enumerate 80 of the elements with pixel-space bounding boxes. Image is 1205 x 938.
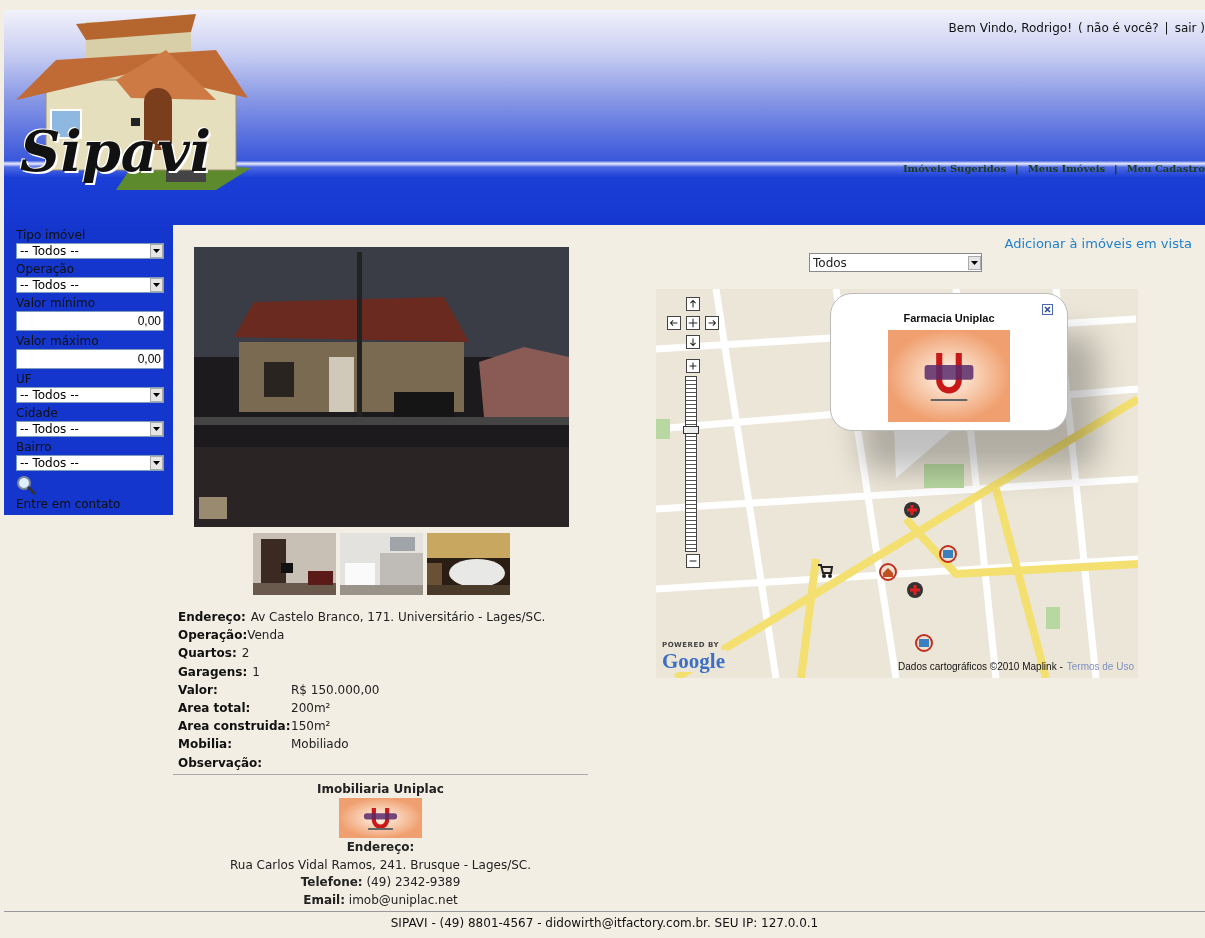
- filter-input[interactable]: 0,00: [16, 311, 164, 331]
- slider-thumb[interactable]: [683, 425, 699, 434]
- detail-label: Mobilia:: [178, 736, 233, 754]
- separator-text: |: [1015, 163, 1019, 174]
- detail-value: Av Castelo Branco, 171. Universitário - Lages/SC.: [250, 609, 546, 626]
- detail-value: R$ 150.000,00: [291, 681, 380, 699]
- caret-icon: [153, 427, 160, 431]
- filter-label: UF: [16, 372, 33, 387]
- detail-value: 150m²: [291, 718, 331, 736]
- google-logo[interactable]: Google: [660, 650, 727, 672]
- filter-input[interactable]: 0,00: [16, 349, 164, 369]
- arrow-up-icon[interactable]: [686, 297, 700, 311]
- account-link[interactable]: sair ): [1174, 21, 1205, 35]
- welcome-text: Bem Vindo, Rodrigo!: [948, 21, 1072, 35]
- caret-icon: [153, 461, 160, 465]
- detail-label: Quartos:: [178, 645, 237, 663]
- filter-dropdown[interactable]: -- Todos --: [16, 277, 164, 293]
- attribution-text: Dados cartográficos ©2010 Maplink -: [898, 661, 1063, 672]
- dropdown-button[interactable]: [150, 244, 163, 258]
- bus-marker-icon[interactable]: [915, 634, 933, 652]
- separator-text: |: [1114, 163, 1118, 174]
- filter-label: Valor mínimo: [16, 296, 97, 311]
- caret-icon: [153, 283, 160, 287]
- filter-label: Operação: [16, 262, 76, 277]
- logo-text: Sipavi: [20, 118, 211, 184]
- cart-marker-icon[interactable]: [816, 561, 834, 579]
- detail-value: Mobiliado: [291, 736, 349, 754]
- contact-label: Telefone:: [300, 875, 363, 890]
- detail-value: Venda: [247, 627, 285, 645]
- detail-label: Garagens:: [178, 663, 248, 681]
- caret-icon: [153, 249, 160, 253]
- bus-marker-icon[interactable]: [939, 545, 957, 563]
- arrow-left-icon[interactable]: [667, 316, 681, 330]
- address-label: Endereço:: [346, 839, 415, 857]
- agency-name: Imobiliaria Uniplac: [317, 780, 444, 798]
- agency-address: Rua Carlos Vidal Ramos, 241. Brusque - Lages/SC.: [230, 856, 531, 874]
- contact-value: (49) 2342-9389: [365, 875, 461, 890]
- detail-label: Area total:: [178, 700, 252, 717]
- detail-label: Area construida:: [178, 718, 291, 736]
- zoom-slider[interactable]: [685, 376, 697, 552]
- detail-label: Observação:: [178, 754, 264, 772]
- detail-value: 200m²: [291, 700, 331, 717]
- dropdown-button[interactable]: [150, 278, 163, 292]
- detail-label: Endereço:: [178, 609, 246, 626]
- account-link[interactable]: ( não é você?: [1077, 21, 1159, 35]
- close-icon[interactable]: [1042, 304, 1053, 315]
- zoom-in-icon[interactable]: [686, 359, 700, 373]
- separator-text: |: [1164, 21, 1169, 35]
- category-dropdown[interactable]: Todos: [809, 253, 982, 272]
- contact-label: Email:: [303, 892, 346, 907]
- zoom-out-icon[interactable]: [686, 554, 700, 568]
- detail-value: 2: [241, 645, 250, 663]
- popup-title: Farmacia Uniplac: [903, 312, 995, 324]
- arrow-right-icon[interactable]: [705, 316, 719, 330]
- cross-marker-icon[interactable]: [906, 581, 924, 599]
- dropdown-button[interactable]: [150, 422, 163, 436]
- arrow-down-icon[interactable]: [686, 335, 700, 349]
- move-icon[interactable]: [686, 316, 700, 330]
- footer-text: SIPAVI - (49) 8801-4567 - didowirth@itfactory.com.br. SEU IP: 127.0.0.1: [4, 911, 1205, 931]
- dropdown-button[interactable]: [150, 456, 163, 470]
- filter-dropdown[interactable]: -- Todos --: [16, 387, 164, 403]
- filter-label: Valor máximo: [16, 334, 100, 349]
- filter-label: Tipo imóvel: [16, 228, 87, 243]
- dropdown-button[interactable]: [150, 388, 163, 402]
- dropdown-button[interactable]: [968, 255, 981, 270]
- detail-value: 1: [252, 663, 260, 681]
- detail-label: Valor:: [178, 681, 219, 699]
- filter-label: Bairro: [16, 440, 53, 455]
- cross-marker-icon[interactable]: [903, 501, 921, 519]
- search-icon[interactable]: [16, 475, 36, 495]
- house-marker-icon[interactable]: [879, 563, 897, 581]
- filter-dropdown[interactable]: -- Todos --: [16, 243, 164, 259]
- add-to-list-link[interactable]: Adicionar à imóveis em vista: [1004, 236, 1192, 251]
- filter-label: Cidade: [16, 406, 59, 421]
- filter-dropdown[interactable]: -- Todos --: [16, 421, 164, 437]
- contact-value: imob@uniplac.net: [347, 892, 458, 907]
- caret-icon: [971, 260, 978, 265]
- detail-label: Operação:: [178, 627, 248, 645]
- filter-dropdown[interactable]: -- Todos --: [16, 455, 164, 471]
- caret-icon: [153, 393, 160, 397]
